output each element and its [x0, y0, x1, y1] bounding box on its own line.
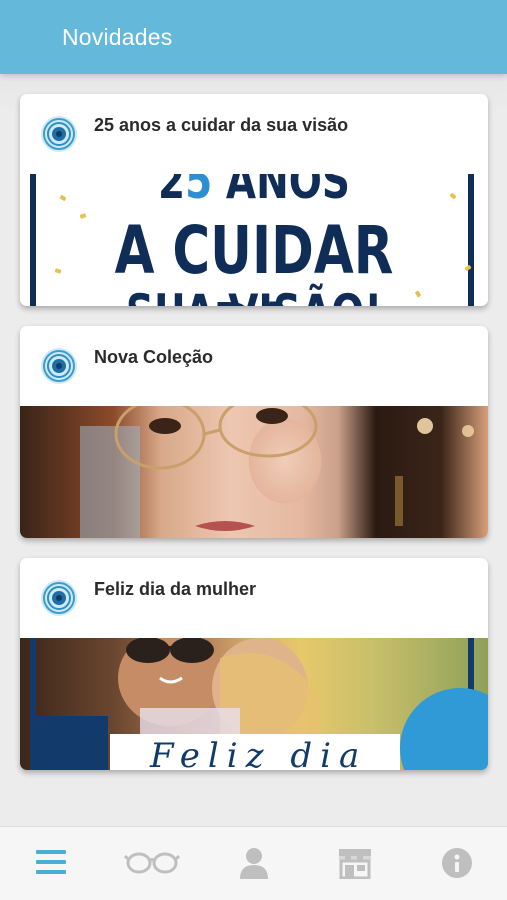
news-card[interactable]: Feliz dia da mulher Feliz dia: [20, 558, 488, 770]
confetti: [59, 194, 67, 202]
nav-stores-tab[interactable]: [304, 827, 405, 900]
app-header: Novidades: [0, 0, 507, 74]
glasses-icon: [123, 852, 180, 874]
confetti: [54, 268, 62, 274]
user-icon: [239, 848, 268, 879]
poster-script-text: Feliz dia: [150, 736, 368, 770]
news-list[interactable]: 25 anos a cuidar da sua visão 25 ANOS A …: [0, 74, 507, 826]
nav-glasses-tab[interactable]: [101, 827, 202, 900]
news-card[interactable]: 25 anos a cuidar da sua visão 25 ANOS A …: [20, 94, 488, 306]
confetti: [449, 192, 457, 200]
info-icon: [441, 848, 472, 878]
news-image[interactable]: Feliz dia: [20, 638, 488, 770]
bottom-navigation: [0, 826, 507, 900]
news-card-header[interactable]: 25 anos a cuidar da sua visão: [20, 94, 488, 174]
page-title: Novidades: [62, 24, 173, 50]
nav-profile-tab[interactable]: [203, 827, 304, 900]
poster-border-right: [468, 174, 474, 306]
news-card-header[interactable]: Feliz dia da mulher: [20, 558, 488, 638]
menu-icon: [35, 850, 66, 874]
store-icon: [338, 849, 371, 879]
poster-line-1: 25 ANOS: [71, 174, 436, 210]
portrait-illustration: [80, 406, 474, 538]
news-card-header[interactable]: Nova Coleção: [20, 326, 488, 406]
brand-logo-icon: [41, 580, 77, 616]
news-image[interactable]: [20, 406, 488, 538]
news-title: Feliz dia da mulher: [94, 579, 257, 599]
decor-panel: [36, 716, 108, 770]
nav-info-tab[interactable]: [406, 827, 507, 900]
poster-line-3: SUA VISÃO!: [71, 284, 436, 306]
news-image[interactable]: 25 ANOS A CUIDAR DA SUA VISÃO!: [20, 174, 488, 306]
news-title: 25 anos a cuidar da sua visão: [94, 115, 349, 135]
brand-logo-icon: [41, 348, 77, 384]
nav-news-tab[interactable]: [0, 827, 101, 900]
poster-accent-digit: 5: [185, 174, 213, 210]
poster-border-left: [30, 174, 36, 306]
brand-logo-icon: [41, 116, 77, 152]
news-card[interactable]: Nova Coleção: [20, 326, 488, 538]
news-title: Nova Coleção: [94, 347, 214, 367]
